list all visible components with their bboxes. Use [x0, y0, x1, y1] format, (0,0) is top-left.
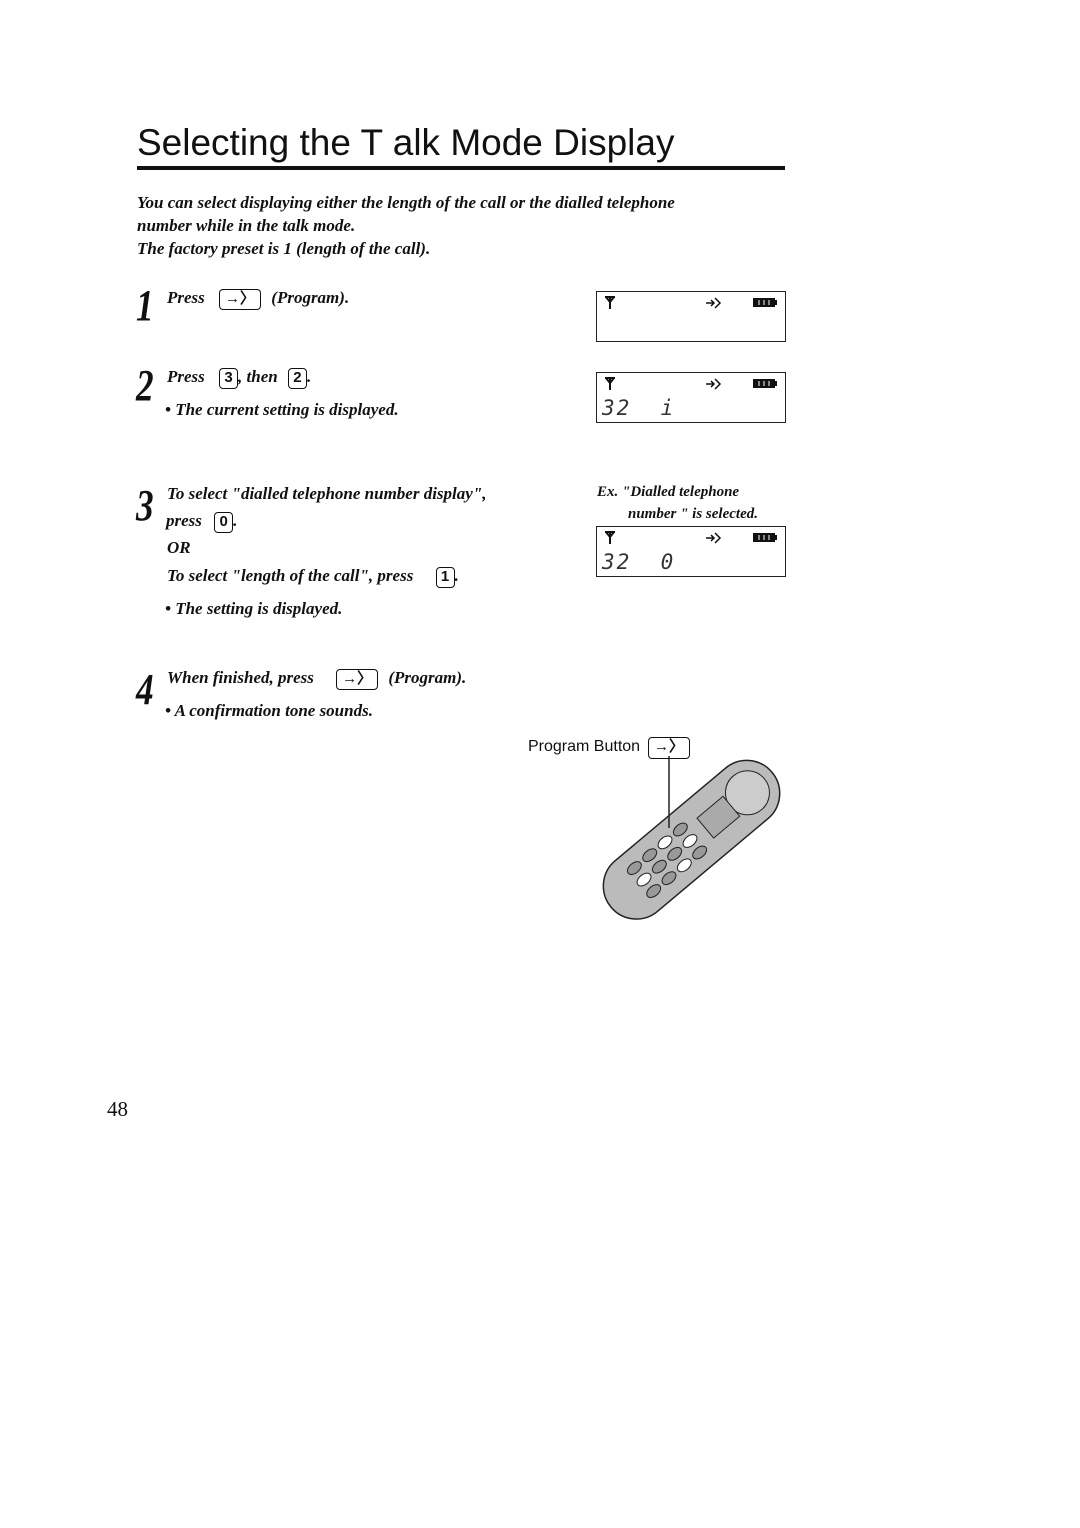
antenna-icon	[605, 531, 615, 544]
then-label: , then	[238, 367, 278, 386]
step-number: 4	[136, 665, 154, 714]
lcd-display-1	[596, 291, 786, 342]
antenna-icon	[605, 377, 615, 390]
example-line-2: number " is selected.	[628, 506, 758, 522]
intro-line-2: number while in the talk mode.	[137, 216, 356, 235]
battery-icon	[753, 533, 777, 542]
step-3-bullet: • The setting is displayed.	[165, 599, 343, 618]
intro-line-3: The factory preset is 1 (length of the c…	[137, 239, 431, 258]
press-label: Press	[167, 288, 205, 307]
step-4-bullet: • A confirmation tone sounds.	[165, 701, 373, 720]
step-2-bullet: • The current setting is displayed.	[165, 400, 399, 419]
key-1: 1	[435, 566, 455, 588]
title-rule	[137, 166, 785, 170]
program-label: (Program).	[388, 668, 467, 687]
lcd-display-2: 32 i	[596, 372, 786, 423]
page-title: Selecting the T alk Mode Display	[137, 122, 675, 163]
key-0: 0	[214, 511, 234, 533]
manual-page: Selecting the T alk Mode Display You can…	[0, 0, 1080, 1528]
alt-text: To select "length of the call", press	[167, 566, 414, 585]
lcd-text: 32 0	[602, 550, 676, 574]
intro-line-1: You can select displaying either the len…	[137, 193, 675, 212]
period: .	[233, 511, 238, 530]
program-key-icon: →〉	[336, 668, 379, 690]
step-3-line-2: To select "length of the call", press 1.	[167, 566, 459, 588]
when-finished-label: When finished, press	[167, 668, 314, 687]
antenna-icon	[605, 296, 615, 309]
step-3-line-1: To select "dialled telephone number disp…	[167, 484, 487, 503]
step-3-press: press 0.	[166, 511, 237, 533]
status-icons	[605, 296, 777, 309]
key-2: 2	[287, 367, 307, 389]
program-label: (Program).	[271, 288, 350, 307]
program-key-icon: →〉	[219, 288, 262, 310]
battery-icon	[753, 298, 777, 307]
status-icons	[605, 531, 777, 544]
lcd-display-3: 32 0	[596, 526, 786, 577]
step-1-text: Press →〉 (Program).	[167, 288, 349, 310]
program-button-label: Program Button	[528, 738, 641, 755]
period: .	[306, 367, 312, 386]
press-label: press	[166, 511, 202, 530]
step-number: 2	[136, 361, 154, 410]
press-label: Press	[167, 367, 205, 386]
example-line-1: Ex. "Dialled telephone	[597, 484, 740, 500]
or-label: OR	[167, 538, 191, 557]
period: .	[454, 566, 459, 585]
step-4-text: When finished, press →〉 (Program).	[167, 668, 466, 690]
status-icons	[605, 377, 777, 390]
page-number: 48	[107, 1097, 128, 1121]
step-2-text: Press 3, then 2.	[167, 367, 311, 389]
program-arrow-icon	[706, 532, 722, 544]
step-number: 3	[136, 481, 154, 530]
key-3: 3	[219, 367, 239, 389]
battery-icon	[753, 379, 777, 388]
program-arrow-icon	[706, 297, 722, 309]
program-arrow-icon	[706, 378, 722, 390]
step-number: 1	[136, 281, 154, 330]
lcd-text: 32 i	[602, 396, 676, 420]
handset-illustration	[602, 756, 781, 920]
